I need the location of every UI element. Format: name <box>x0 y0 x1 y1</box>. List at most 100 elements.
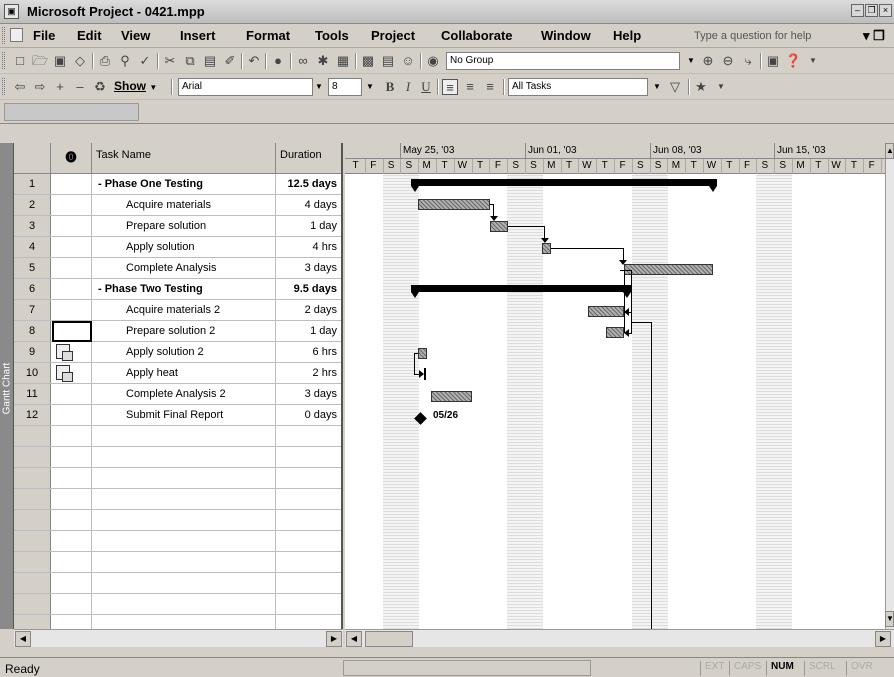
close-icon[interactable]: × <box>879 4 892 17</box>
task-name-cell[interactable]: Complete Analysis 2 <box>92 384 276 404</box>
task-name-cell[interactable]: Apply solution <box>92 237 276 257</box>
menu-file[interactable]: File <box>33 28 55 43</box>
table-row[interactable] <box>14 552 341 573</box>
row-id[interactable] <box>14 573 51 593</box>
table-row[interactable]: 8 Prepare solution 21 day <box>14 321 341 342</box>
task-name-cell[interactable]: Complete Analysis <box>92 258 276 278</box>
copy-picture-icon[interactable]: ▣ <box>765 53 781 69</box>
paste-icon[interactable]: ▤ <box>202 53 218 69</box>
scroll-down-icon[interactable]: ▼ <box>885 611 894 627</box>
menu-tools[interactable]: Tools <box>315 28 349 43</box>
table-row[interactable]: 4 Apply solution 4 hrs <box>14 237 341 258</box>
indicator-cell[interactable] <box>51 195 92 215</box>
toolbar-grip[interactable] <box>2 52 5 69</box>
row-id[interactable]: 8 <box>14 321 51 341</box>
duration-cell[interactable] <box>276 552 341 572</box>
row-id[interactable] <box>14 552 51 572</box>
task-bar-apply-solution[interactable] <box>542 243 551 254</box>
underline-icon[interactable]: U <box>418 79 434 95</box>
italic-icon[interactable]: I <box>400 79 416 95</box>
indicator-cell[interactable] <box>51 615 92 629</box>
indicator-cell[interactable] <box>51 300 92 320</box>
table-row[interactable]: 5 Complete Analysis 3 days <box>14 258 341 279</box>
task-name-cell[interactable] <box>92 426 276 446</box>
task-name-cell[interactable]: Apply solution 2 <box>92 342 276 362</box>
zoom-in-icon[interactable]: ⊕ <box>700 53 716 69</box>
duration-cell[interactable]: 1 day <box>276 216 341 236</box>
row-id[interactable]: 2 <box>14 195 51 215</box>
scroll-left-icon[interactable]: ◀ <box>15 631 31 647</box>
indicator-cell[interactable] <box>51 552 92 572</box>
toolbar-grip[interactable] <box>2 78 5 95</box>
task-name-column-header[interactable]: Task Name <box>92 143 276 174</box>
task-name-cell[interactable]: Prepare solution <box>92 216 276 236</box>
undo-icon[interactable]: ↶ <box>246 53 262 69</box>
table-row[interactable] <box>14 531 341 552</box>
row-id[interactable] <box>14 510 51 530</box>
duration-cell[interactable]: 4 days <box>276 195 341 215</box>
task-name-cell[interactable]: Acquire materials <box>92 195 276 215</box>
toolbar-options-icon[interactable]: ▼ <box>713 79 729 95</box>
show-button[interactable]: Show ▼ <box>114 79 157 93</box>
indicator-cell[interactable] <box>51 258 92 278</box>
task-name-cell[interactable] <box>92 489 276 509</box>
indicator-cell[interactable] <box>51 489 92 509</box>
task-name-cell[interactable] <box>92 573 276 593</box>
indicators-column-header[interactable]: ⓿ <box>51 143 92 174</box>
chart-horizontal-scrollbar[interactable]: ◀ ▶ <box>345 629 894 647</box>
chevron-down-icon[interactable]: ▼ <box>685 52 697 70</box>
indicator-cell[interactable] <box>51 174 92 194</box>
row-id[interactable]: 7 <box>14 300 51 320</box>
table-row[interactable]: 11 Complete Analysis 23 days <box>14 384 341 405</box>
scroll-up-icon[interactable]: ▲ <box>885 143 894 159</box>
duration-cell[interactable] <box>276 468 341 488</box>
scroll-right-icon[interactable]: ▶ <box>326 631 342 647</box>
show-subtasks-icon[interactable]: + <box>52 79 68 95</box>
duration-cell[interactable]: 1 day <box>276 321 341 341</box>
scroll-thumb[interactable] <box>365 631 413 647</box>
task-name-cell[interactable] <box>92 510 276 530</box>
bold-icon[interactable]: B <box>382 79 398 95</box>
indent-icon[interactable]: ⇨ <box>32 79 48 95</box>
autofilter-icon[interactable]: ▽ <box>667 79 683 95</box>
table-row[interactable]: 9 Apply solution 26 hrs <box>14 342 341 363</box>
menu-help[interactable]: Help <box>613 28 641 43</box>
align-left-icon[interactable]: ≡ <box>442 79 458 95</box>
toolbar-options-icon[interactable]: ▼ <box>805 53 821 69</box>
table-row[interactable]: 2 Acquire materials 4 days <box>14 195 341 216</box>
row-id[interactable] <box>14 468 51 488</box>
task-bar-acquire-materials-2[interactable] <box>588 306 624 317</box>
duration-cell[interactable]: 3 days <box>276 384 341 404</box>
row-id[interactable] <box>14 531 51 551</box>
row-id[interactable]: 10 <box>14 363 51 383</box>
hide-subtasks-icon[interactable]: – <box>72 79 88 95</box>
duration-cell[interactable] <box>276 531 341 551</box>
duration-cell[interactable]: 2 days <box>276 300 341 320</box>
print-preview-icon[interactable]: ⚲ <box>117 53 133 69</box>
summary-bar-phase-one[interactable] <box>411 179 717 186</box>
publish-icon[interactable]: ◉ <box>425 53 441 69</box>
indicator-cell[interactable] <box>51 573 92 593</box>
table-row[interactable] <box>14 510 341 531</box>
split-task-icon[interactable]: ▦ <box>335 53 351 69</box>
help-icon[interactable]: ❓ <box>785 53 801 69</box>
row-id[interactable] <box>14 447 51 467</box>
gantt-chart[interactable]: May 25, '03 Jun 01, '03 Jun 08, '03 Jun 15,… <box>345 143 885 629</box>
task-bar-apply-heat[interactable] <box>424 368 426 380</box>
chevron-down-icon[interactable]: ▼ <box>364 78 376 96</box>
unlink-tasks-icon[interactable]: ✱ <box>315 53 331 69</box>
chevron-down-icon[interactable]: ▼ <box>651 78 663 96</box>
active-cell[interactable] <box>52 321 92 342</box>
assign-resources-icon[interactable]: ☺ <box>400 53 416 69</box>
row-id[interactable]: 3 <box>14 216 51 236</box>
table-row[interactable]: 6 - Phase Two Testing 9.5 days <box>14 279 341 300</box>
duration-cell[interactable] <box>276 573 341 593</box>
task-name-cell[interactable]: - Phase Two Testing <box>92 279 276 299</box>
indicator-cell[interactable] <box>51 531 92 551</box>
row-id[interactable]: 6 <box>14 279 51 299</box>
task-name-cell[interactable]: Acquire materials 2 <box>92 300 276 320</box>
restore-icon[interactable]: ❐ <box>865 4 878 17</box>
row-id[interactable] <box>14 594 51 614</box>
indicator-cell[interactable] <box>51 405 92 425</box>
filter-select[interactable]: All Tasks <box>508 78 648 96</box>
